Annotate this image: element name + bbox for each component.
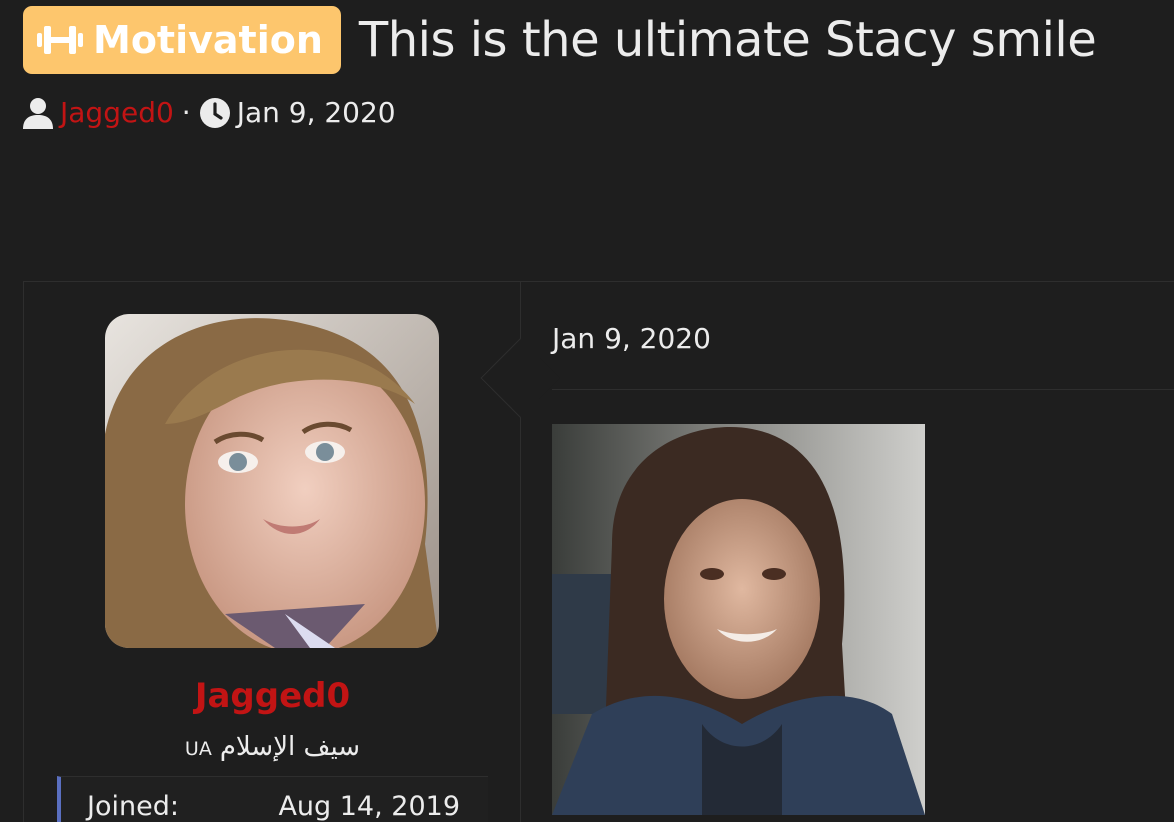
prefix-badge[interactable]: Motivation: [23, 6, 341, 74]
meta-separator: ·: [181, 96, 191, 129]
dumbbell-icon: [37, 23, 83, 57]
post-container: Jagged0 UA سيف الإسلام Joined: Aug 14, 2…: [23, 281, 1174, 822]
user-flag: UA: [184, 738, 212, 760]
user-extras: Joined: Aug 14, 2019: [57, 776, 488, 822]
post-date-link[interactable]: Jan 9, 2020: [552, 322, 711, 355]
message-divider: [552, 389, 1174, 390]
thread-author-link[interactable]: Jagged0: [60, 96, 174, 129]
thread-meta: Jagged0 · Jan 9, 2020: [22, 96, 396, 129]
post-user-cell: Jagged0 UA سيف الإسلام Joined: Aug 14, 2…: [24, 282, 521, 822]
thread-date-link[interactable]: Jan 9, 2020: [237, 96, 396, 129]
prefix-label: Motivation: [93, 18, 323, 62]
avatar[interactable]: [105, 314, 439, 648]
post-username-link[interactable]: Jagged0: [24, 676, 521, 716]
joined-value: Aug 14, 2019: [278, 791, 460, 822]
clock-icon: [199, 97, 231, 129]
thread-title-row: Motivation This is the ultimate Stacy sm…: [23, 6, 1097, 74]
user-icon: [22, 97, 54, 129]
thread-page: Motivation This is the ultimate Stacy sm…: [0, 0, 1174, 822]
thread-title: This is the ultimate Stacy smile: [358, 12, 1097, 68]
user-title-text: سيف الإسلام: [219, 732, 361, 762]
user-title: UA سيف الإسلام: [24, 732, 521, 762]
post-attached-image[interactable]: [552, 424, 925, 815]
joined-label: Joined:: [87, 791, 179, 822]
